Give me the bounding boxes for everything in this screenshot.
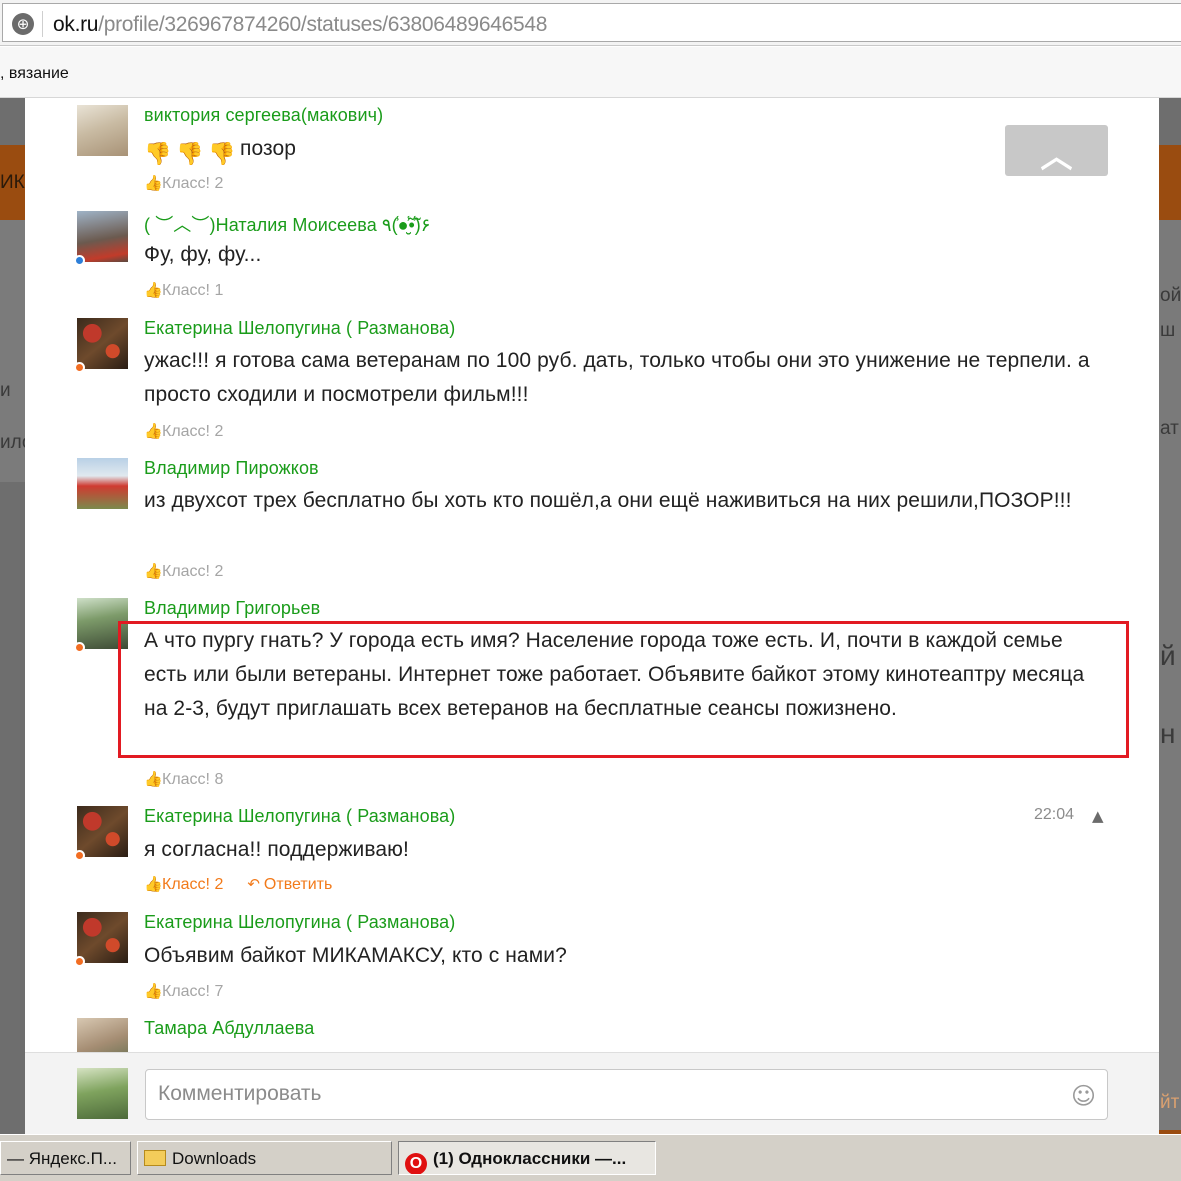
comment-time: 22:04 <box>1034 806 1075 823</box>
comment-text: ужас!!! я готова сама ветеранам по 100 р… <box>144 349 1090 406</box>
like-row: 👍Класс! 2 ↶ Ответить <box>144 875 332 894</box>
comment-composer: ☺ <box>25 1052 1159 1134</box>
background-text: ило <box>0 432 25 453</box>
url-field[interactable]: ⊕ ok.ru/profile/326967874260/statuses/63… <box>2 3 1181 42</box>
taskbar-item-odnoklassniki[interactable]: O (1) Одноклассники —... <box>398 1141 656 1175</box>
address-separator <box>42 11 43 37</box>
like-button[interactable]: 👍Класс! 2 <box>144 422 223 441</box>
comment-author[interactable]: Екатерина Шелопугина ( Разманова) <box>144 806 455 827</box>
smile-icon[interactable]: ☺ <box>1071 1082 1096 1110</box>
avatar[interactable] <box>77 211 128 262</box>
avatar[interactable] <box>77 105 128 156</box>
taskbar-item-label: Downloads <box>172 1149 257 1168</box>
taskbar: — Яндекс.П... Downloads O (1) Одноклассни… <box>0 1134 1181 1181</box>
like-button[interactable]: 👍Класс! 7 <box>144 982 223 1001</box>
comment-author[interactable]: Екатерина Шелопугина ( Разманова) <box>144 912 455 933</box>
comments-panel: виктория сергеева(макович) 👎 👎 👎 позор 👍Кла… <box>25 98 1159 1134</box>
background-text: и <box>0 380 11 401</box>
avatar <box>77 1068 128 1119</box>
like-button[interactable]: 👍Класс! 2 <box>144 875 224 893</box>
comment-text: Объявим байкот МИКАМАКСУ, кто с нами? <box>144 944 567 967</box>
chevron-up-icon: ︿ <box>1040 137 1073 175</box>
background-text: ат <box>1160 418 1179 439</box>
url-text[interactable]: ok.ru/profile/326967874260/statuses/6380… <box>53 13 547 37</box>
opera-icon: O <box>405 1153 427 1174</box>
like-button[interactable]: 👍Класс! 1 <box>144 281 223 300</box>
comment-input-box[interactable]: ☺ <box>145 1069 1108 1120</box>
comment-author[interactable]: Владимир Пирожков <box>144 458 319 479</box>
online-status-dot <box>74 850 85 861</box>
comment-author[interactable]: виктория сергеева(макович) <box>144 105 383 126</box>
browser-address-bar: ⊕ ok.ru/profile/326967874260/statuses/63… <box>0 0 1181 46</box>
comment-author[interactable]: Тамара Абдуллаева <box>144 1018 314 1039</box>
background-text: ой <box>1160 285 1181 306</box>
bookmark-item[interactable]: , вязание <box>0 65 69 83</box>
thumb-up-icon: 👍 <box>144 770 163 788</box>
reply-label: Ответить <box>263 876 333 893</box>
comment-text: я согласна!! поддерживаю! <box>144 838 409 861</box>
thumb-up-icon: 👍 <box>144 422 163 440</box>
highlight-box <box>118 621 1129 758</box>
comment-author[interactable]: Екатерина Шелопугина ( Разманова) <box>144 318 455 339</box>
folder-icon <box>144 1150 166 1166</box>
avatar[interactable] <box>77 912 128 963</box>
thumb-up-icon: 👍 <box>144 562 163 580</box>
globe-icon[interactable]: ⊕ <box>12 13 34 35</box>
url-domain: ok.ru <box>53 13 99 36</box>
thumb-up-icon: 👍 <box>144 281 163 299</box>
comment-text: 👎 👎 👎 позор <box>144 132 1104 169</box>
comment-text: из двухсот трех бесплатно бы хоть кто по… <box>144 489 1072 512</box>
background-text: йт <box>1160 1092 1180 1113</box>
background-text: ш <box>1160 320 1176 341</box>
comment-input[interactable] <box>158 1082 1058 1106</box>
thumb-up-icon: 👍 <box>144 174 163 192</box>
like-count: Класс! 2 <box>162 175 224 192</box>
avatar[interactable] <box>77 458 128 509</box>
like-button[interactable]: 👍Класс! 2 <box>144 562 223 581</box>
like-count: Класс! 8 <box>162 771 224 788</box>
thumb-up-icon: 👍 <box>144 875 163 893</box>
taskbar-item-downloads[interactable]: Downloads <box>137 1141 392 1175</box>
scroll-up-button[interactable]: ︿ <box>1005 125 1108 176</box>
background-text: н <box>1160 718 1176 749</box>
comment-text: Фу, фу, фу... <box>144 243 262 266</box>
reply-arrow-icon: ↶ <box>247 875 260 893</box>
online-status-dot <box>74 255 85 266</box>
like-count: Класс! 1 <box>162 282 224 299</box>
taskbar-item-label: (1) Одноклассники —... <box>433 1149 627 1168</box>
comment-author[interactable]: Владимир Григорьев <box>144 598 320 619</box>
warning-icon[interactable]: ▲ <box>1092 807 1104 825</box>
like-count: Класс! 7 <box>162 983 224 1000</box>
background-header-right <box>1159 145 1181 220</box>
background-panel-right <box>1159 220 1181 1130</box>
comment-author[interactable]: ( ︶︿︶)Наталия Моисеева ٩(̾●̮̮̃̾•̃̾)۶ <box>144 211 430 237</box>
avatar[interactable] <box>77 318 128 369</box>
reply-button[interactable]: ↶ Ответить <box>247 875 332 894</box>
avatar[interactable] <box>77 806 128 857</box>
thumb-up-icon: 👍 <box>144 982 163 1000</box>
like-count: Класс! 2 <box>162 876 224 893</box>
like-count: Класс! 2 <box>162 423 224 440</box>
url-path: /profile/326967874260/statuses/638064896… <box>98 13 548 36</box>
thumb-down-icon: 👎 <box>176 142 204 167</box>
like-count: Класс! 2 <box>162 563 224 580</box>
online-status-dot <box>74 956 85 967</box>
bookmarks-bar: , вязание <box>0 47 1181 98</box>
taskbar-item-label: — Яндекс.П... <box>7 1149 118 1168</box>
like-button[interactable]: 👍Класс! 8 <box>144 770 223 789</box>
taskbar-item-yandex[interactable]: — Яндекс.П... <box>0 1141 131 1175</box>
like-button[interactable]: 👍Класс! 2 <box>144 174 223 193</box>
online-status-dot <box>74 642 85 653</box>
background-text: й <box>1160 640 1176 671</box>
online-status-dot <box>74 362 85 373</box>
thumb-down-icon: 👎 <box>208 142 236 167</box>
thumb-down-icon: 👎 <box>144 142 172 167</box>
background-text: ИК <box>0 172 25 193</box>
comment-text-value: позор <box>240 137 297 160</box>
